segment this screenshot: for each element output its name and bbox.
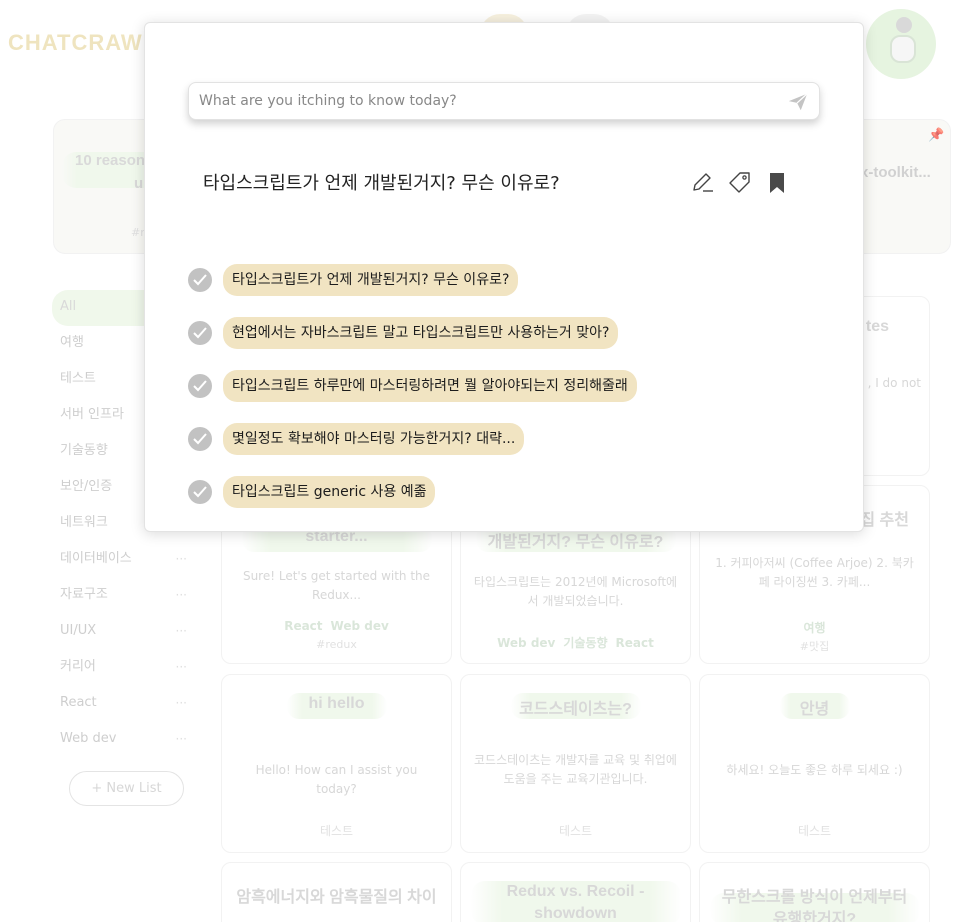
check-icon[interactable] <box>188 374 212 398</box>
history-question[interactable]: 타입스크립트 하루만에 마스터링하려면 뭘 알아야되는지 정리해줄래 <box>223 370 637 402</box>
check-icon[interactable] <box>188 321 212 345</box>
history-item[interactable]: 몇일정도 확보해야 마스터링 가능한거지? 대략... <box>188 422 828 475</box>
check-icon[interactable] <box>188 480 212 504</box>
send-icon[interactable] <box>787 91 809 113</box>
history-item[interactable]: 타입스크립트가 언제 개발된거지? 무슨 이유로? <box>188 263 828 316</box>
history-question[interactable]: 몇일정도 확보해야 마스터링 가능한거지? 대략... <box>223 423 525 455</box>
check-icon[interactable] <box>188 268 212 292</box>
bookmark-icon[interactable] <box>764 170 790 196</box>
question-history-list: 타입스크립트가 언제 개발된거지? 무슨 이유로? 현업에서는 자바스크립트 말… <box>188 263 828 528</box>
history-item[interactable]: 타입스크립트 하루만에 마스터링하려면 뭘 알아야되는지 정리해줄래 <box>188 369 828 422</box>
search-input[interactable] <box>199 83 779 119</box>
history-item[interactable]: 현업에서는 자바스크립트 말고 타입스크립트만 사용하는거 맞아? <box>188 316 828 369</box>
question-history-modal: 타입스크립트가 언제 개발된거지? 무슨 이유로? 타입스크립트가 언제 개발된… <box>144 22 864 532</box>
history-item[interactable]: 타입스크립트 generic 사용 예졺 <box>188 475 828 528</box>
search-bar <box>188 82 820 120</box>
history-question[interactable]: 타입스크립트가 언제 개발된거지? 무슨 이유로? <box>223 264 519 296</box>
history-question[interactable]: 현업에서는 자바스크립트 말고 타입스크립트만 사용하는거 맞아? <box>223 317 619 349</box>
tag-icon[interactable] <box>727 170 753 196</box>
history-question[interactable]: 타입스크립트 generic 사용 예졺 <box>223 476 436 508</box>
check-icon[interactable] <box>188 427 212 451</box>
pencil-icon[interactable] <box>690 170 716 196</box>
question-title: 타입스크립트가 언제 개발된거지? 무슨 이유로? <box>203 173 560 194</box>
